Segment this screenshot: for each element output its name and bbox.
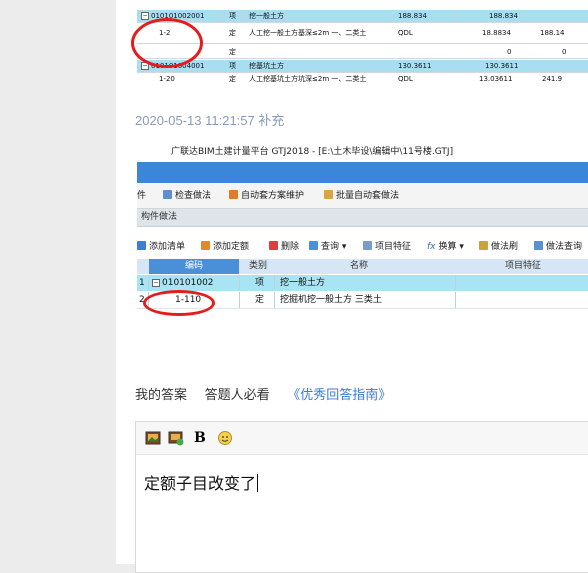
upload-image-icon[interactable] xyxy=(168,430,184,446)
table-row: 1-20 定 人工挖基坑土方坑深≤2m 一、二类土 QDL 13.03611 2… xyxy=(137,73,588,84)
col-name[interactable]: 名称 xyxy=(350,259,368,274)
collapse-icon: − xyxy=(152,278,160,287)
method-query-button[interactable]: 做法查询 xyxy=(534,237,582,257)
table-row: 定 0 0 xyxy=(137,46,588,59)
item-feature-button[interactable]: 项目特征 xyxy=(363,237,411,257)
left-margin xyxy=(0,0,116,564)
col-feature[interactable]: 项目特征 xyxy=(505,259,541,274)
feature-icon xyxy=(363,241,372,250)
check-method-button[interactable]: 检查做法 xyxy=(163,184,211,208)
my-answer-tab[interactable]: 我的答案 xyxy=(135,387,187,402)
add-quota-button[interactable]: 添加定额 xyxy=(201,237,249,257)
delete-button[interactable]: 删除 xyxy=(269,237,299,257)
answer-guide-link[interactable]: 《优秀回答指南》 xyxy=(287,387,391,402)
table-row: −010101002001 项 挖一般土方 188.834 188.834 xyxy=(137,10,588,23)
scheme-icon xyxy=(229,190,238,199)
method-brush-button[interactable]: 做法刷 xyxy=(479,237,518,257)
must-read-link[interactable]: 答题人必看 xyxy=(205,387,270,402)
col-code[interactable]: 编码 xyxy=(149,259,239,274)
insert-image-icon[interactable] xyxy=(145,430,161,446)
grid-header: 编码 类别 名称 项目特征 xyxy=(137,259,588,274)
supplement-timestamp: 2020-05-13 11:21:57 补充 xyxy=(135,113,285,128)
window-title: 广联达BIM土建计量平台 GTJ2018 - [E:\土木毕设\编辑中\11号楼… xyxy=(171,147,454,157)
query-icon xyxy=(534,241,543,250)
editor-content[interactable]: 定额子目改变了 xyxy=(144,470,259,494)
answer-editor[interactable]: B 定额子目改变了 xyxy=(135,421,588,573)
text-cursor xyxy=(257,474,259,492)
add-quota-icon xyxy=(201,241,210,250)
red-annotation-circle xyxy=(143,290,215,316)
emoji-icon[interactable] xyxy=(217,430,233,446)
batch-auto-button[interactable]: 批量自动套做法 xyxy=(324,184,399,208)
search-icon xyxy=(309,241,318,250)
list-toolbar: 添加清单 添加定额 删除 查询 ▾ 项目特征 fx 换算 ▾ 做法刷 做法查询 xyxy=(137,237,588,257)
table-row[interactable]: 1 −010101002 项 挖一般土方 xyxy=(137,275,588,291)
brush-icon xyxy=(479,241,488,250)
fx-icon: fx xyxy=(427,242,436,252)
red-annotation-circle xyxy=(131,18,203,68)
table-row: −010101004001 项 挖基坑土方 130.3611 130.3611 xyxy=(137,60,588,73)
bold-button[interactable]: B xyxy=(194,430,210,446)
query-button[interactable]: 查询 ▾ xyxy=(309,237,346,257)
method-toolbar: 件 检查做法 自动套方案维护 批量自动套做法 xyxy=(137,184,588,209)
convert-button[interactable]: fx 换算 ▾ xyxy=(427,237,464,257)
panel-title: 构件做法 xyxy=(137,209,588,227)
collapse-icon: − xyxy=(141,12,149,20)
add-list-icon xyxy=(137,241,146,250)
add-list-button[interactable]: 添加清单 xyxy=(137,237,185,257)
batch-icon xyxy=(324,190,333,199)
auto-scheme-button[interactable]: 自动套方案维护 xyxy=(229,184,304,208)
quota-table-screenshot: −010101002001 项 挖一般土方 188.834 188.834 1-… xyxy=(137,0,588,84)
ribbon-bar xyxy=(137,162,588,183)
editor-toolbar: B xyxy=(136,422,588,455)
delete-icon xyxy=(269,241,278,250)
toolbar-item-component[interactable]: 件 xyxy=(137,184,146,208)
col-type[interactable]: 类别 xyxy=(249,259,267,274)
check-icon xyxy=(163,190,172,199)
answer-tabs: 我的答案 答题人必看 《优秀回答指南》 xyxy=(135,384,405,403)
table-row: 1-2 定 人工挖一般土方基深≤2m 一、二类土 QDL 18.8834 188… xyxy=(137,23,588,44)
